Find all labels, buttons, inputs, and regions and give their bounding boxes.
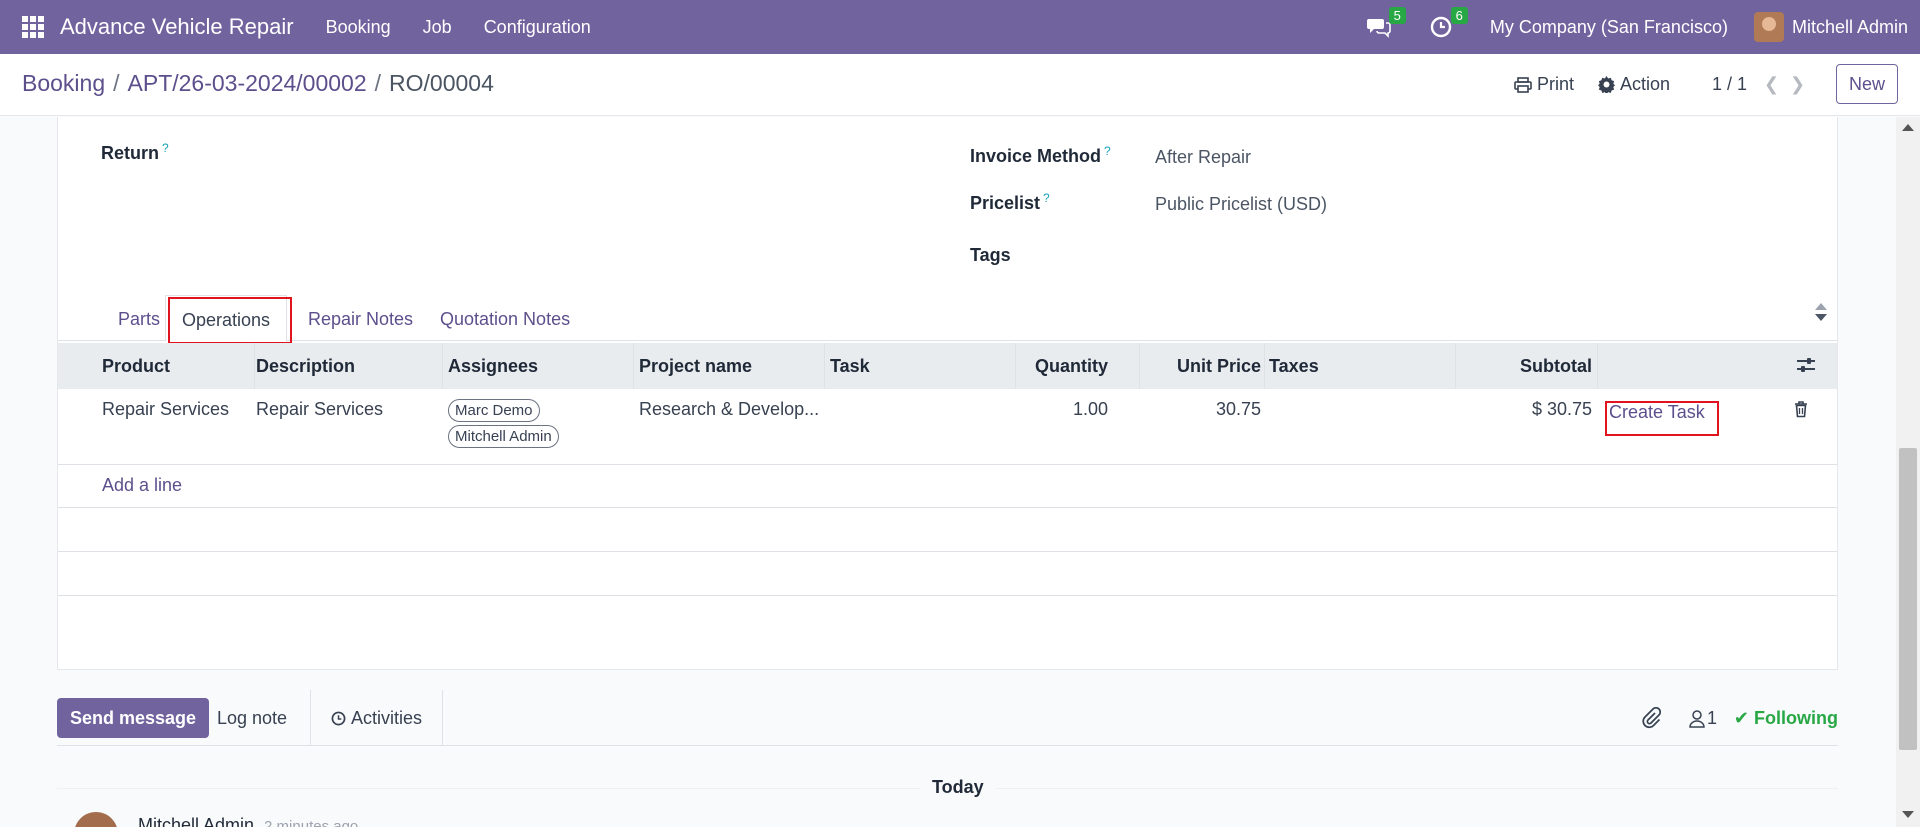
create-task-label: Create Task xyxy=(1609,402,1705,422)
table-row[interactable]: Repair Services Repair Services Marc Dem… xyxy=(58,389,1837,465)
activities-clock-icon[interactable]: 6 xyxy=(1428,7,1468,40)
assignee-tag[interactable]: Mitchell Admin xyxy=(448,425,559,448)
breadcrumb-separator: / xyxy=(374,70,382,96)
breadcrumb-current: RO/00004 xyxy=(389,70,494,96)
tab-scroll-arrows[interactable] xyxy=(1811,299,1831,339)
scroll-up-arrow-icon[interactable] xyxy=(1902,124,1914,131)
today-separator: Today xyxy=(920,777,996,798)
invoice-method-field[interactable]: After Repair xyxy=(1155,147,1251,168)
cell-description[interactable]: Repair Services xyxy=(256,399,383,420)
message-time: 2 minutes ago xyxy=(264,818,359,827)
header-product[interactable]: Product xyxy=(102,343,170,389)
tags-field[interactable] xyxy=(1155,245,1655,269)
header-subtotal[interactable]: Subtotal xyxy=(1458,343,1592,389)
breadcrumb-booking[interactable]: Booking xyxy=(22,70,105,96)
header-unit-price[interactable]: Unit Price xyxy=(1141,343,1261,389)
action-label: Action xyxy=(1620,74,1671,94)
tab-parts[interactable]: Parts xyxy=(118,295,160,341)
user-icon xyxy=(1689,709,1705,728)
scroll-down-arrow-icon[interactable] xyxy=(1902,811,1914,818)
pager-previous-icon[interactable]: ❮ xyxy=(1764,74,1779,95)
delete-row-trash-icon[interactable] xyxy=(1794,401,1808,423)
cell-project-name[interactable]: Research & Develop... xyxy=(639,399,819,420)
optional-columns-icon[interactable] xyxy=(1796,345,1816,391)
cell-product[interactable]: Repair Services xyxy=(102,399,229,420)
print-button[interactable]: Print xyxy=(1514,74,1574,95)
gear-icon xyxy=(1598,76,1615,93)
header-task[interactable]: Task xyxy=(830,343,870,389)
header-assignees[interactable]: Assignees xyxy=(448,343,538,389)
followers-button[interactable]: 1 xyxy=(1689,708,1717,729)
cell-subtotal: $ 30.75 xyxy=(1531,399,1592,419)
printer-icon xyxy=(1514,76,1532,93)
activities-button[interactable]: Activities xyxy=(310,690,444,746)
message-author-avatar[interactable] xyxy=(74,812,118,827)
tab-quotation-notes[interactable]: Quotation Notes xyxy=(440,295,570,341)
tags-label: Tags xyxy=(970,245,1011,265)
apps-menu-icon[interactable] xyxy=(22,16,44,38)
add-a-line-link[interactable]: Add a line xyxy=(102,475,182,496)
cell-assignees[interactable]: Marc Demo Mitchell Admin xyxy=(448,399,559,451)
return-label: Return? xyxy=(101,141,169,163)
pricelist-label: Pricelist? xyxy=(970,191,1050,213)
control-panel: Booking / APT/26-03-2024/00002 / RO/00004 Pr… xyxy=(0,54,1920,116)
pricelist-field[interactable]: Public Pricelist (USD) xyxy=(1155,194,1327,215)
action-button[interactable]: Action xyxy=(1598,74,1670,95)
clock-icon xyxy=(331,711,346,725)
invoice-method-label: Invoice Method? xyxy=(970,144,1111,166)
following-button[interactable]: ✔ Following xyxy=(1734,708,1838,729)
chatter-topbar: Send message Log note Activities 1 ✔ Fol… xyxy=(57,690,1838,746)
print-label: Print xyxy=(1537,74,1575,94)
pager-next-icon[interactable]: ❯ xyxy=(1790,74,1805,95)
help-icon[interactable]: ? xyxy=(1104,144,1111,158)
breadcrumb-appointment[interactable]: APT/26-03-2024/00002 xyxy=(128,70,367,96)
menu-configuration[interactable]: Configuration xyxy=(484,17,591,38)
messages-icon[interactable]: 5 xyxy=(1366,7,1406,40)
form-sheet: Return? Invoice Method? After Repair Pri… xyxy=(57,117,1838,670)
add-line-row: Add a line xyxy=(58,465,1837,508)
header-project-name[interactable]: Project name xyxy=(639,343,752,389)
menu-job[interactable]: Job xyxy=(423,17,452,38)
user-menu[interactable]: Mitchell Admin xyxy=(1792,17,1908,38)
help-icon[interactable]: ? xyxy=(1043,191,1050,205)
header-taxes[interactable]: Taxes xyxy=(1269,343,1319,389)
cell-quantity[interactable]: 1.00 xyxy=(1018,399,1108,420)
user-avatar[interactable] xyxy=(1753,12,1784,42)
messages-count-badge: 5 xyxy=(1388,7,1406,24)
activities-label: Activities xyxy=(351,707,423,728)
breadcrumb-separator: / xyxy=(113,70,120,96)
check-icon: ✔ xyxy=(1733,708,1749,728)
following-label: Following xyxy=(1754,708,1838,728)
tab-repair-notes[interactable]: Repair Notes xyxy=(308,295,413,341)
menu-booking[interactable]: Booking xyxy=(326,17,391,38)
create-task-button[interactable]: Create Task xyxy=(1609,402,1705,423)
pager-value[interactable]: 1 / 1 xyxy=(1712,74,1747,95)
company-switcher[interactable]: My Company (San Francisco) xyxy=(1490,17,1728,38)
header-description[interactable]: Description xyxy=(256,343,355,389)
message-author: Mitchell Admin 2 minutes ago xyxy=(138,815,358,827)
help-icon[interactable]: ? xyxy=(162,141,169,155)
top-navbar: Advance Vehicle Repair Booking Job Confi… xyxy=(0,0,1920,54)
table-header: Product Description Assignees Project na… xyxy=(58,343,1837,389)
assignee-tag[interactable]: Marc Demo xyxy=(448,399,540,422)
log-note-button[interactable]: Log note xyxy=(217,708,287,729)
breadcrumb: Booking / APT/26-03-2024/00002 / RO/00004 xyxy=(22,70,494,97)
followers-count: 1 xyxy=(1707,708,1718,728)
notebook-tabs: Parts Operations Repair Notes Quotation … xyxy=(58,295,1837,342)
empty-row xyxy=(58,552,1837,596)
tab-operations[interactable]: Operations xyxy=(165,295,288,342)
page-scrollbar-thumb[interactable] xyxy=(1899,448,1917,750)
attachment-paperclip-icon[interactable] xyxy=(1641,706,1662,734)
empty-row xyxy=(58,508,1837,552)
new-record-button[interactable]: New xyxy=(1836,64,1898,104)
cell-unit-price[interactable]: 30.75 xyxy=(1141,399,1261,420)
app-brand[interactable]: Advance Vehicle Repair xyxy=(60,14,294,40)
send-message-button[interactable]: Send message xyxy=(57,698,210,738)
header-quantity[interactable]: Quantity xyxy=(1018,343,1108,389)
activities-count-badge: 6 xyxy=(1450,7,1468,24)
